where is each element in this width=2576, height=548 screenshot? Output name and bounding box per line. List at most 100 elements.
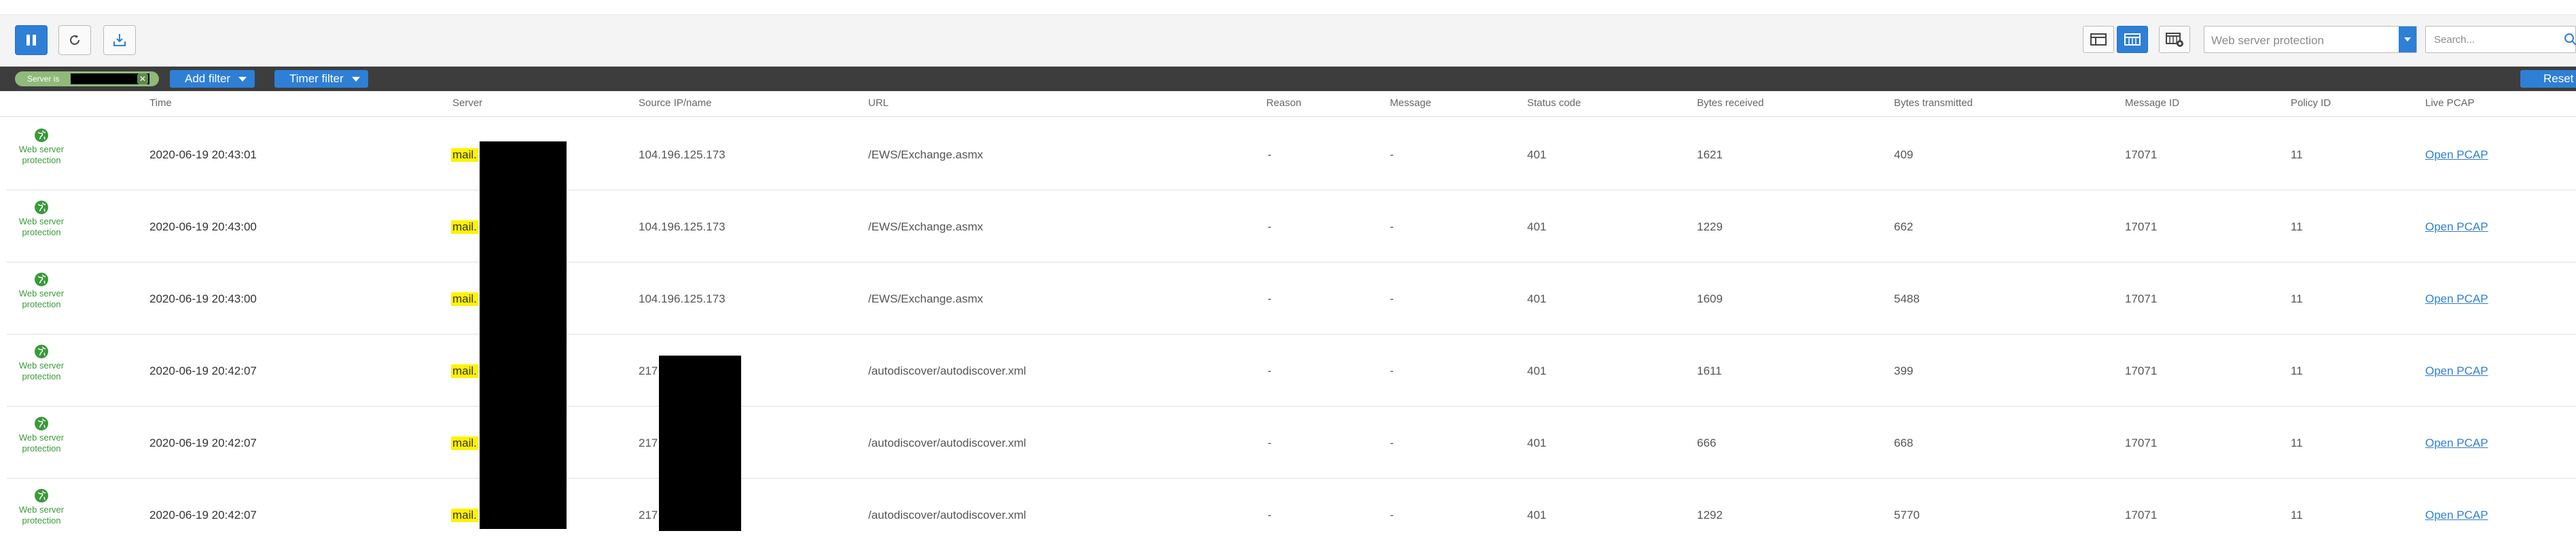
row-message-id: 17071 <box>2125 436 2158 449</box>
view-grid-button[interactable] <box>2117 26 2148 53</box>
table-row[interactable]: Web server protection 2020-06-19 20:42:0… <box>7 407 2576 479</box>
row-type-label: Web server protection <box>18 432 65 453</box>
row-message: - <box>1390 148 1394 161</box>
row-bytes-received: 1229 <box>1697 220 1723 233</box>
open-pcap-link[interactable]: Open PCAP <box>2425 220 2488 234</box>
row-url: /EWS/Exchange.asmx <box>868 292 984 305</box>
row-url: /autodiscover/autodiscover.xml <box>868 509 1026 521</box>
view-detail-button[interactable] <box>2083 26 2114 53</box>
row-source: 104.196.125.173 <box>639 220 726 233</box>
row-time: 2020-06-19 20:43:00 <box>149 292 257 305</box>
open-pcap-link[interactable]: Open PCAP <box>2425 509 2488 522</box>
row-policy-id: 11 <box>2291 436 2303 449</box>
row-message-id: 17071 <box>2125 220 2158 233</box>
row-bytes-received: 666 <box>1697 436 1717 449</box>
column-header-message-id[interactable]: Message ID <box>2125 97 2179 109</box>
reset-button[interactable]: Reset <box>2520 70 2576 88</box>
row-time: 2020-06-19 20:43:00 <box>149 220 257 233</box>
table-header: Time Server Source IP/name URL Reason Me… <box>0 91 2576 117</box>
column-header-message[interactable]: Message <box>1390 97 1431 109</box>
row-message-id: 17071 <box>2125 364 2158 377</box>
refresh-button[interactable] <box>58 25 91 55</box>
top-strip <box>0 0 2576 15</box>
row-server: mail. <box>451 509 478 522</box>
row-status: 401 <box>1527 148 1547 161</box>
table-row[interactable]: Web server protection 2020-06-19 20:43:0… <box>7 190 2576 262</box>
filter-chip-label: Server is <box>27 74 60 84</box>
timer-filter-button[interactable]: Timer filter <box>274 70 368 88</box>
row-message: - <box>1390 509 1394 521</box>
row-bytes-received: 1292 <box>1697 509 1723 521</box>
row-bytes-transmitted: 662 <box>1894 220 1914 233</box>
add-filter-label: Add filter <box>185 72 231 85</box>
row-server: mail. <box>451 292 478 306</box>
row-server: mail. <box>451 436 478 450</box>
view-columns-button[interactable] <box>2159 26 2190 53</box>
search-box[interactable] <box>2425 26 2576 53</box>
column-header-bytes-transmitted[interactable]: Bytes transmitted <box>1894 97 1973 109</box>
add-filter-button[interactable]: Add filter <box>170 70 255 88</box>
export-button[interactable] <box>103 25 136 55</box>
row-bytes-received: 1611 <box>1697 364 1722 377</box>
globe-icon <box>35 489 48 502</box>
column-settings-icon <box>2166 33 2183 47</box>
column-header-server[interactable]: Server <box>452 97 482 109</box>
grid-layout-icon <box>2124 33 2141 46</box>
table-row[interactable]: Web server protection 2020-06-19 20:43:0… <box>7 118 2576 190</box>
row-policy-id: 11 <box>2291 292 2303 305</box>
column-header-status[interactable]: Status code <box>1527 97 1581 109</box>
search-icon[interactable] <box>2563 32 2576 47</box>
log-type-select[interactable]: Web server protection <box>2204 26 2417 53</box>
row-status: 401 <box>1527 220 1547 233</box>
row-source: 217 <box>639 509 658 521</box>
row-time: 2020-06-19 20:42:07 <box>149 509 257 521</box>
row-type-label: Web server protection <box>18 504 65 526</box>
row-policy-id: 11 <box>2291 220 2303 233</box>
open-pcap-link[interactable]: Open PCAP <box>2425 148 2488 162</box>
row-server: mail. <box>451 220 478 234</box>
column-header-live-pcap[interactable]: Live PCAP <box>2425 97 2475 109</box>
column-header-reason[interactable]: Reason <box>1266 97 1302 109</box>
table-row[interactable]: Web server protection 2020-06-19 20:42:0… <box>7 335 2576 407</box>
row-reason: - <box>1268 220 1272 233</box>
row-server: mail. <box>451 364 478 378</box>
row-bytes-transmitted: 5488 <box>1894 292 1920 305</box>
redacted-ip-block <box>659 356 741 531</box>
table-row[interactable]: Web server protection 2020-06-19 20:42:0… <box>7 479 2576 548</box>
row-bytes-transmitted: 409 <box>1894 148 1914 161</box>
row-message-id: 17071 <box>2125 148 2158 161</box>
row-bytes-transmitted: 399 <box>1894 364 1914 377</box>
row-status: 401 <box>1527 292 1547 305</box>
row-source: 217 <box>639 436 658 449</box>
row-url: /EWS/Exchange.asmx <box>868 148 984 161</box>
row-type-label: Web server protection <box>18 216 65 237</box>
open-pcap-link[interactable]: Open PCAP <box>2425 292 2488 306</box>
globe-icon <box>35 129 48 142</box>
filter-chip-server[interactable]: Server is ✕ <box>15 71 159 86</box>
filter-bar: Server is ✕ Add filter Timer filter Rese… <box>0 67 2576 91</box>
toolbar: Web server protection <box>0 15 2576 67</box>
export-icon <box>113 34 126 46</box>
chevron-down-icon[interactable] <box>2399 27 2416 52</box>
row-reason: - <box>1268 148 1272 161</box>
pause-button[interactable] <box>15 25 48 55</box>
column-header-url[interactable]: URL <box>868 97 889 109</box>
open-pcap-link[interactable]: Open PCAP <box>2425 364 2488 378</box>
column-header-time[interactable]: Time <box>149 97 172 109</box>
close-icon[interactable]: ✕ <box>137 73 148 84</box>
table-row[interactable]: Web server protection 2020-06-19 20:43:0… <box>7 262 2576 335</box>
open-pcap-link[interactable]: Open PCAP <box>2425 436 2488 450</box>
column-header-policy-id[interactable]: Policy ID <box>2291 97 2331 109</box>
row-bytes-received: 1621 <box>1697 148 1723 161</box>
table-layout-icon <box>2090 33 2107 46</box>
search-input[interactable] <box>2426 27 2548 52</box>
redacted-server-block <box>480 141 567 529</box>
row-reason: - <box>1268 292 1272 305</box>
row-status: 401 <box>1527 436 1547 449</box>
globe-icon <box>35 201 48 214</box>
row-server: mail. <box>451 148 478 162</box>
row-time: 2020-06-19 20:42:07 <box>149 364 257 377</box>
row-message-id: 17071 <box>2125 509 2158 521</box>
column-header-bytes-received[interactable]: Bytes received <box>1697 97 1764 109</box>
column-header-source[interactable]: Source IP/name <box>639 97 712 109</box>
